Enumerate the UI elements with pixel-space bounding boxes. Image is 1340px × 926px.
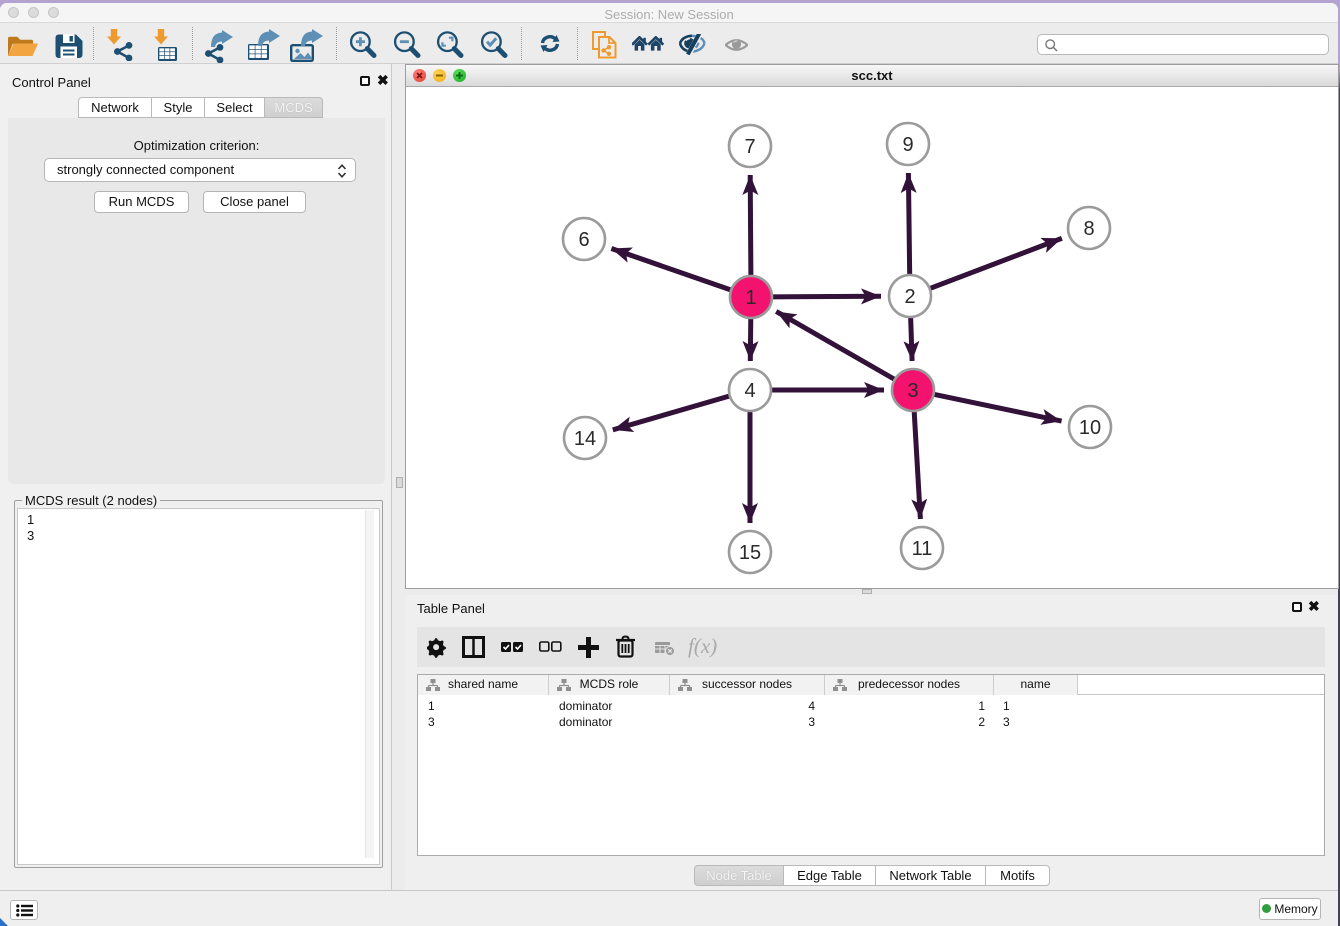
svg-text:11: 11 xyxy=(912,538,933,560)
svg-text:4: 4 xyxy=(744,380,755,402)
svg-text:8: 8 xyxy=(1083,218,1094,240)
svg-text:10: 10 xyxy=(1079,417,1101,439)
svg-text:15: 15 xyxy=(739,542,761,564)
svg-text:2: 2 xyxy=(904,286,915,308)
svg-text:3: 3 xyxy=(907,380,918,402)
svg-text:7: 7 xyxy=(744,136,755,158)
svg-text:1: 1 xyxy=(745,287,756,309)
svg-text:6: 6 xyxy=(578,229,589,251)
svg-text:14: 14 xyxy=(574,428,596,450)
svg-text:9: 9 xyxy=(902,134,913,156)
